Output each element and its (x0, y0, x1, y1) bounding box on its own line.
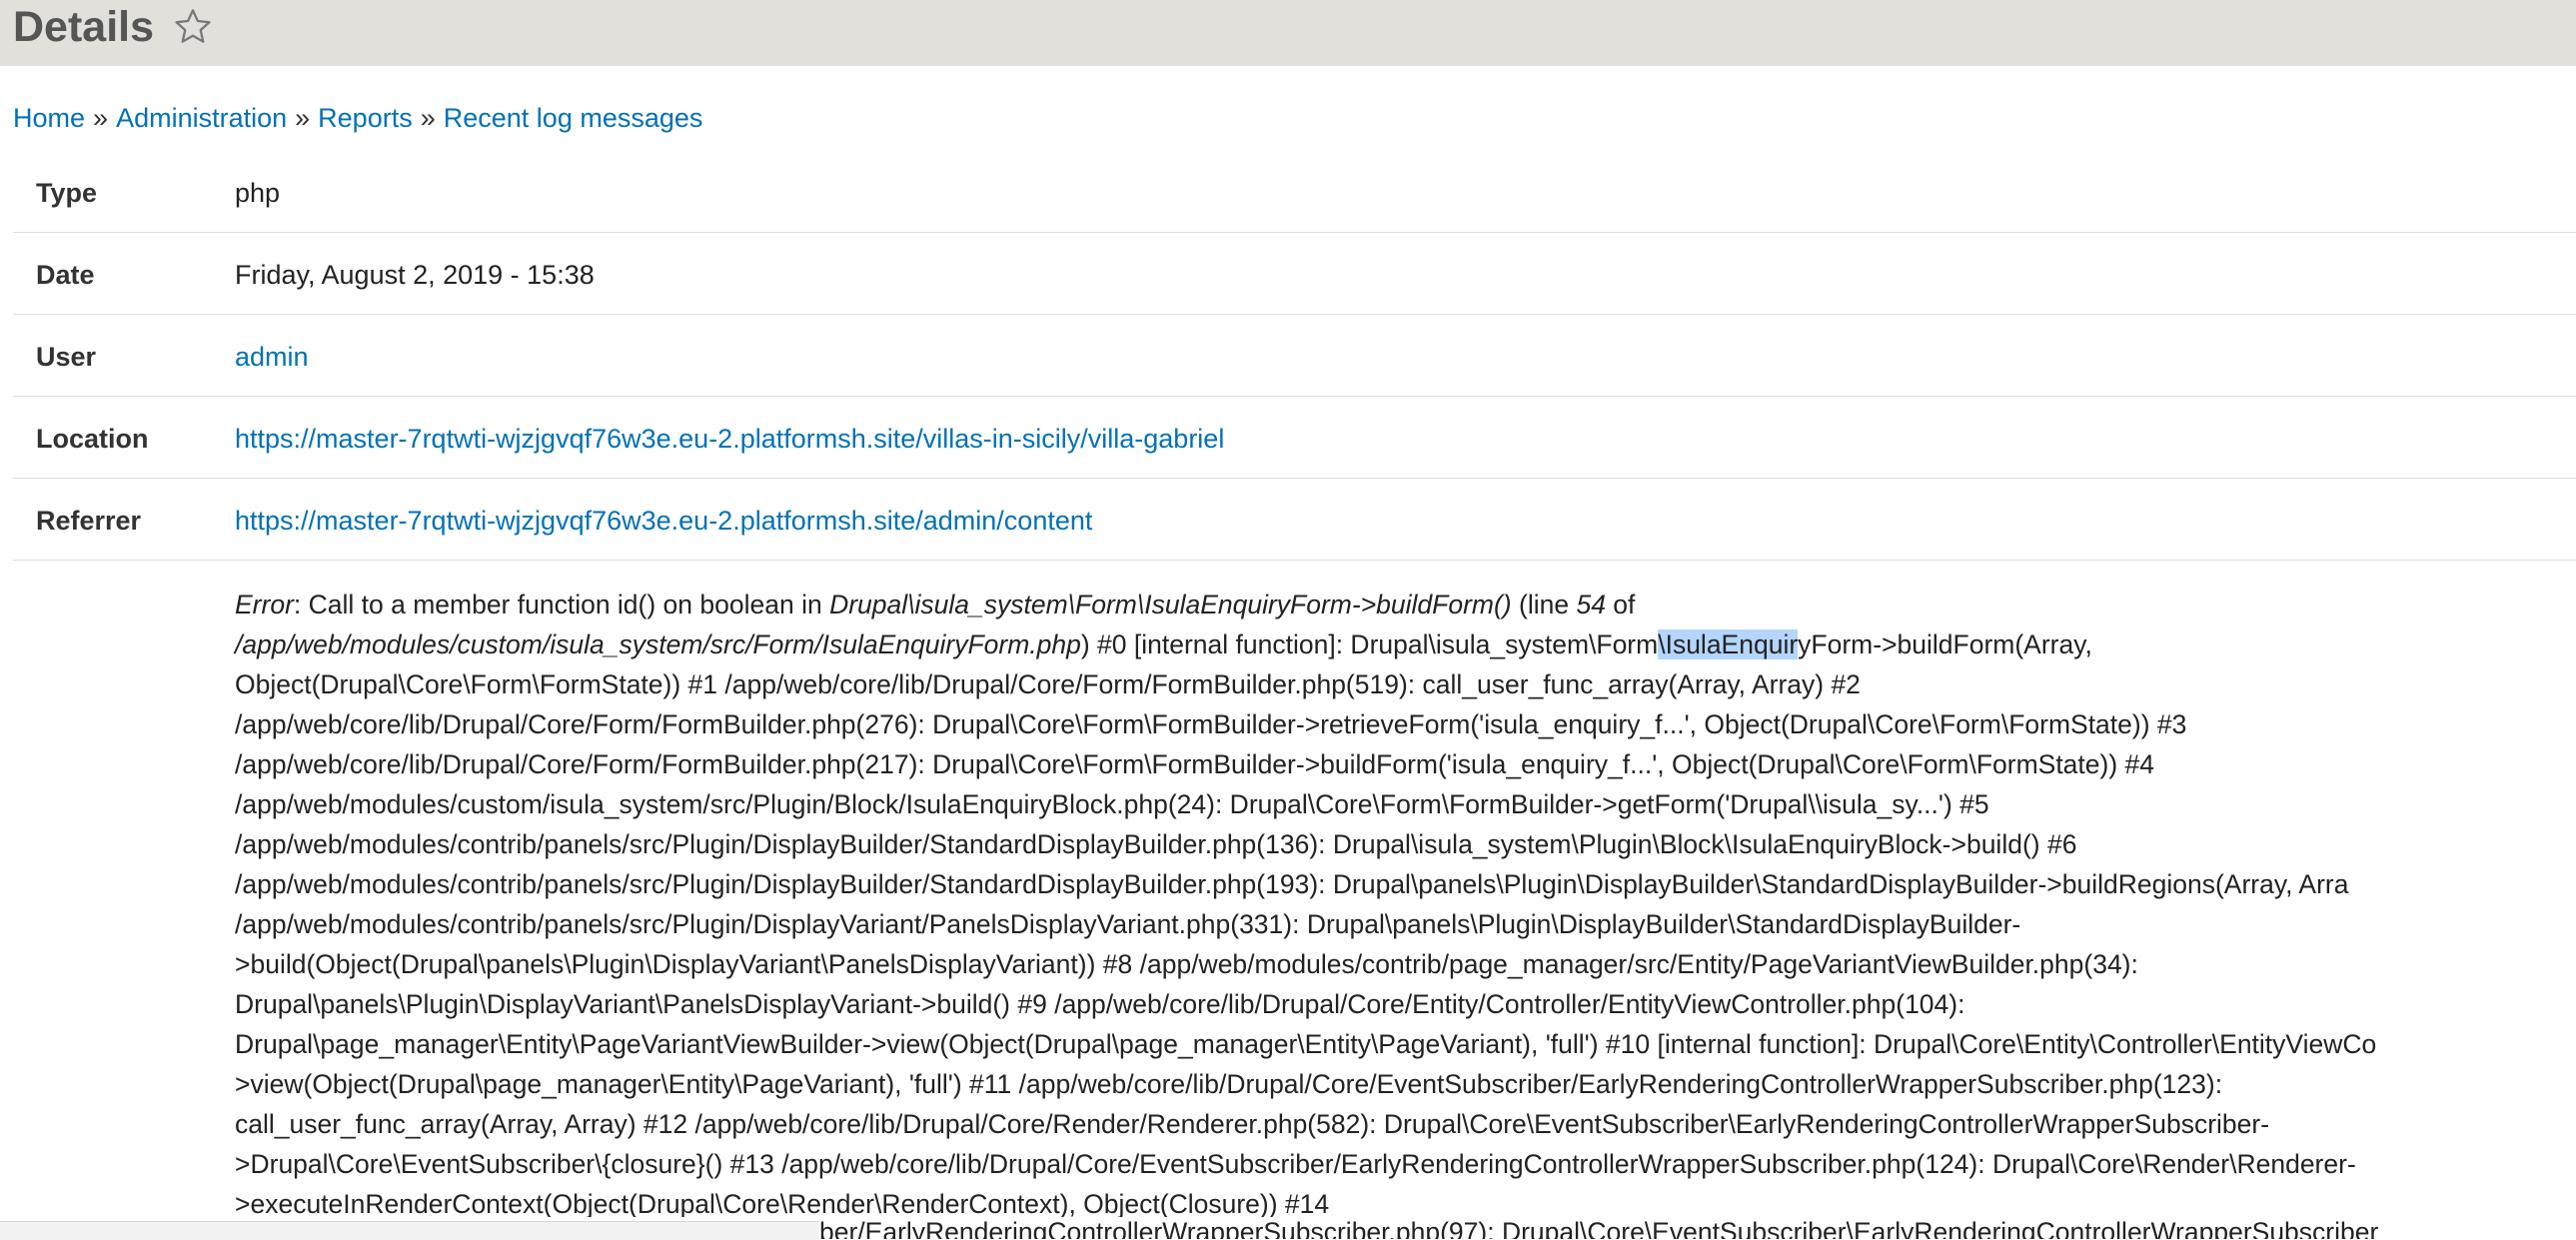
details-row-referrer: Referrer https://master-7rqtwti-wjzjgvqf… (13, 478, 2576, 561)
message-function: Drupal\isula_system\Form\IsulaEnquiryFor… (829, 590, 1512, 620)
horizontal-scrollbar[interactable] (0, 1221, 819, 1240)
message-line: >build(Object(Drupal\panels\Plugin\Displ… (235, 949, 2138, 979)
type-value: php (235, 178, 281, 208)
referrer-link[interactable]: https://master-7rqtwti-wjzjgvqf76w3e.eu-… (235, 506, 1092, 536)
message-line: /app/web/core/lib/Drupal/Core/Form/FormB… (235, 749, 2155, 779)
breadcrumb-separator: » (295, 103, 311, 133)
message-line: /app/web/modules/custom/isula_system/src… (235, 789, 1989, 819)
message-line: /app/web/modules/custom/isula_system/src… (235, 624, 2576, 664)
details-row-location: Location https://master-7rqtwti-wjzjgvqf… (13, 396, 2576, 479)
user-value: admin (235, 340, 309, 374)
details-row-date: Date Friday, August 2, 2019 - 15:38 (13, 232, 2576, 315)
referrer-value: https://master-7rqtwti-wjzjgvqf76w3e.eu-… (235, 504, 1092, 538)
message-line: Drupal\panels\Plugin\DisplayVariant\Pane… (235, 989, 1965, 1019)
message-text: : Call to a member function id() on bool… (293, 590, 830, 620)
details-row-user: User admin (13, 314, 2576, 397)
message-text: (line (1511, 590, 1577, 620)
message-line-clipped: ber/EarlyRenderingControllerWrapperSubsc… (819, 1218, 2576, 1239)
message-text: ) #0 [internal function]: Drupal\isula_s… (1080, 629, 1659, 659)
message-line: /app/web/modules/contrib/panels/src/Plug… (235, 829, 2077, 859)
referrer-label: Referrer (36, 506, 142, 536)
breadcrumb: Home» Administration» Reports» Recent log m… (13, 101, 702, 135)
log-message: Error: Call to a member function id() on… (235, 585, 2576, 1224)
message-line: Error: Call to a member function id() on… (235, 585, 2576, 624)
message-line: call_user_func_array(Array, Array) #12 /… (235, 1109, 2270, 1139)
message-text: ber/EarlyRenderingControllerWrapperSubsc… (819, 1218, 2379, 1239)
message-line: >Drupal\Core\EventSubscriber\{closure}()… (235, 1149, 2356, 1179)
user-label: User (36, 342, 97, 372)
message-line: /app/web/modules/contrib/panels/src/Plug… (235, 869, 2349, 899)
breadcrumb-reports-link[interactable]: Reports (318, 103, 413, 133)
location-link[interactable]: https://master-7rqtwti-wjzjgvqf76w3e.eu-… (235, 424, 1224, 454)
message-text: of (1605, 590, 1636, 620)
type-label: Type (36, 178, 98, 208)
message-line: Drupal\page_manager\Entity\PageVariantVi… (235, 1029, 2377, 1059)
star-outline-icon[interactable] (172, 6, 214, 48)
breadcrumb-administration-link[interactable]: Administration (116, 103, 287, 133)
message-line: Object(Drupal\Core\Form\FormState)) #1 /… (235, 669, 1861, 699)
message-text: yForm->buildForm(Array, (1798, 629, 2092, 659)
user-link[interactable]: admin (235, 342, 309, 372)
message-line: /app/web/core/lib/Drupal/Core/Form/FormB… (235, 709, 2187, 739)
message-error-label: Error (235, 590, 294, 620)
details-row-type: Type php (13, 150, 2576, 233)
message-line: /app/web/modules/contrib/panels/src/Plug… (235, 909, 2021, 939)
location-label: Location (36, 424, 149, 454)
breadcrumb-recent-log-messages-link[interactable]: Recent log messages (444, 103, 703, 133)
message-line: >view(Object(Drupal\page_manager\Entity\… (235, 1069, 2223, 1099)
breadcrumb-home-link[interactable]: Home (13, 103, 85, 133)
date-value: Friday, August 2, 2019 - 15:38 (235, 260, 595, 290)
breadcrumb-separator: » (93, 103, 109, 133)
message-line-number: 54 (1576, 590, 1606, 620)
page-header: Details (0, 0, 2576, 66)
breadcrumb-separator: » (420, 103, 436, 133)
date-label: Date (36, 260, 95, 290)
page-title: Details (13, 3, 155, 51)
location-value: https://master-7rqtwti-wjzjgvqf76w3e.eu-… (235, 422, 1224, 456)
selected-text: \IsulaEnquir (1658, 629, 1799, 659)
message-file-path: /app/web/modules/custom/isula_system/src… (235, 629, 1081, 659)
